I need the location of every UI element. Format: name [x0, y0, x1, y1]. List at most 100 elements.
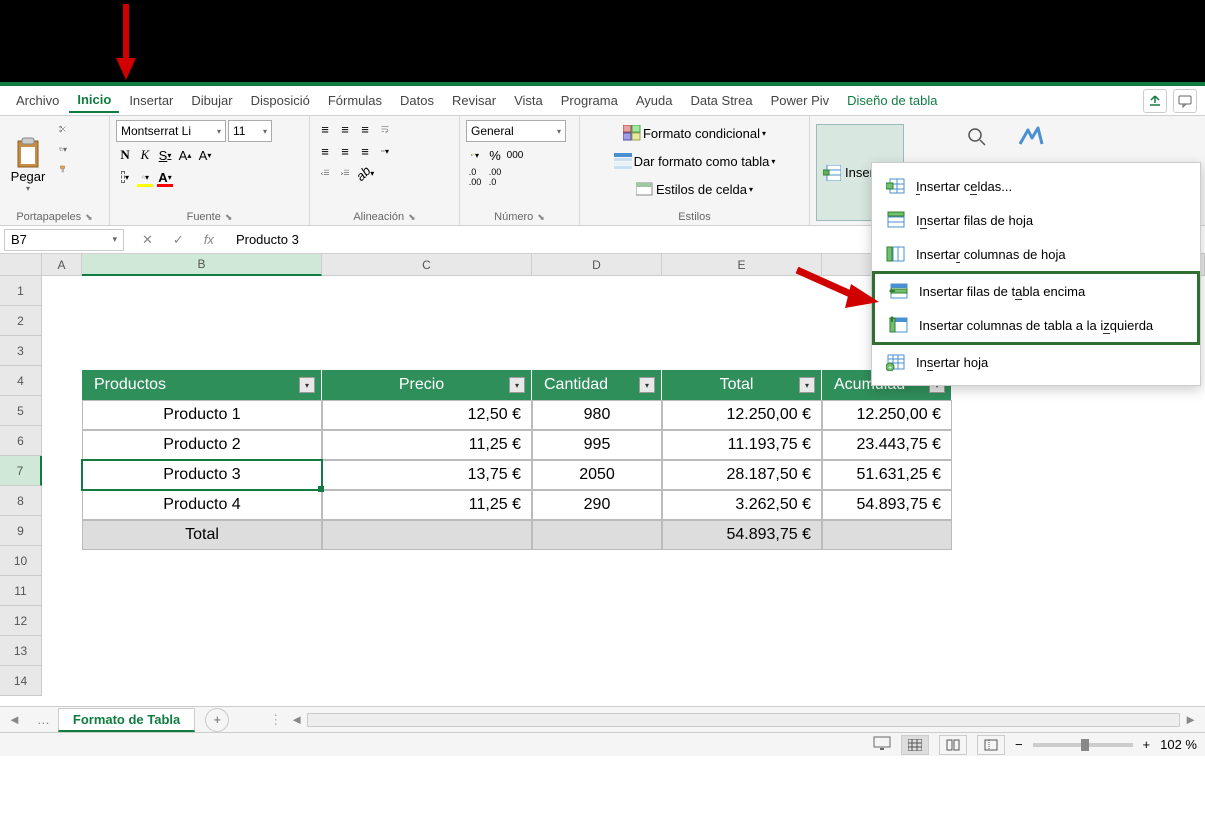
- row-header-2[interactable]: 2: [0, 306, 42, 336]
- add-sheet-button[interactable]: +: [205, 708, 229, 732]
- search-icon[interactable]: [966, 126, 988, 151]
- table-cell[interactable]: 11.193,75 €: [662, 430, 822, 460]
- increase-decimal-button[interactable]: .0.00: [466, 168, 484, 186]
- tab-programa[interactable]: Programa: [553, 89, 626, 112]
- view-page-layout-button[interactable]: [939, 735, 967, 755]
- row-header-6[interactable]: 6: [0, 426, 42, 456]
- row-header-1[interactable]: 1: [0, 276, 42, 306]
- row-header-11[interactable]: 11: [0, 576, 42, 606]
- name-box[interactable]: B7▾: [4, 229, 124, 251]
- table-cell[interactable]: 28.187,50 €: [662, 460, 822, 490]
- col-header-C[interactable]: C: [322, 254, 532, 276]
- table-cell[interactable]: 3.262,50 €: [662, 490, 822, 520]
- percent-button[interactable]: %: [486, 146, 504, 164]
- align-top-button[interactable]: ≡: [316, 120, 334, 138]
- table-cell[interactable]: 23.443,75 €: [822, 430, 952, 460]
- col-header-D[interactable]: D: [532, 254, 662, 276]
- sheet-tab-active[interactable]: Formato de Tabla: [58, 708, 195, 732]
- tab-powerpivot[interactable]: Power Piv: [763, 89, 838, 112]
- tab-diseno-tabla[interactable]: Diseño de tabla: [839, 89, 945, 112]
- table-cell[interactable]: 12.250,00 €: [662, 400, 822, 430]
- col-header-A[interactable]: A: [42, 254, 82, 276]
- align-bottom-button[interactable]: ≡: [356, 120, 374, 138]
- table-cell[interactable]: 54.893,75 €: [822, 490, 952, 520]
- table-header-total[interactable]: Total▾: [662, 370, 822, 400]
- row-header-14[interactable]: 14: [0, 666, 42, 696]
- tab-datos[interactable]: Datos: [392, 89, 442, 112]
- table-cell[interactable]: 995: [532, 430, 662, 460]
- tab-ayuda[interactable]: Ayuda: [628, 89, 681, 112]
- fx-icon[interactable]: fx: [198, 232, 220, 247]
- table-cell[interactable]: 2050: [532, 460, 662, 490]
- currency-button[interactable]: $▾: [466, 146, 484, 164]
- shrink-font-button[interactable]: A▾: [196, 146, 214, 164]
- launcher-icon[interactable]: ⬊: [408, 212, 416, 223]
- conditional-format-button[interactable]: Formato condicional▾: [586, 122, 803, 144]
- tab-formulas[interactable]: Fórmulas: [320, 89, 390, 112]
- zoom-in-button[interactable]: +: [1143, 737, 1151, 752]
- row-header-3[interactable]: 3: [0, 336, 42, 366]
- launcher-icon[interactable]: ⬊: [85, 212, 93, 223]
- table-cell[interactable]: 980: [532, 400, 662, 430]
- display-settings-icon[interactable]: [873, 736, 891, 753]
- row-header-5[interactable]: 5: [0, 396, 42, 426]
- decrease-decimal-button[interactable]: .00.0: [486, 168, 504, 186]
- view-page-break-button[interactable]: [977, 735, 1005, 755]
- table-cell[interactable]: 12,50 €: [322, 400, 532, 430]
- decrease-indent-button[interactable]: [316, 164, 334, 182]
- tab-datastream[interactable]: Data Strea: [682, 89, 760, 112]
- zoom-out-button[interactable]: −: [1015, 737, 1023, 752]
- align-left-button[interactable]: ≡: [316, 142, 334, 160]
- row-header-8[interactable]: 8: [0, 486, 42, 516]
- table-cell[interactable]: 290: [532, 490, 662, 520]
- scroll-left-icon[interactable]: ◄: [290, 712, 303, 727]
- tab-dibujar[interactable]: Dibujar: [183, 89, 240, 112]
- menu-insertar-columnas-hoja[interactable]: Insertar columnas de hoja: [872, 237, 1200, 271]
- row-header-13[interactable]: 13: [0, 636, 42, 666]
- comments-icon[interactable]: [1173, 89, 1197, 113]
- zoom-slider[interactable]: [1033, 743, 1133, 747]
- format-as-table-button[interactable]: Dar formato como tabla▾: [586, 150, 803, 172]
- row-header-7[interactable]: 7: [0, 456, 42, 486]
- row-header-9[interactable]: 9: [0, 516, 42, 546]
- cancel-formula-icon[interactable]: ✕: [136, 232, 159, 248]
- table-cell[interactable]: 13,75 €: [322, 460, 532, 490]
- tab-inicio[interactable]: Inicio: [69, 88, 119, 113]
- addon-icon[interactable]: [1018, 126, 1044, 151]
- view-normal-button[interactable]: [901, 735, 929, 755]
- tab-archivo[interactable]: Archivo: [8, 89, 67, 112]
- increase-indent-button[interactable]: [336, 164, 354, 182]
- table-cell[interactable]: 11,25 €: [322, 430, 532, 460]
- thousands-button[interactable]: 000: [506, 146, 524, 164]
- tab-vista[interactable]: Vista: [506, 89, 551, 112]
- zoom-level[interactable]: 102 %: [1160, 737, 1197, 752]
- share-icon[interactable]: [1143, 89, 1167, 113]
- total-value[interactable]: 54.893,75 €: [662, 520, 822, 550]
- font-size-combo[interactable]: 11▾: [228, 120, 272, 142]
- cut-button[interactable]: [54, 120, 72, 138]
- menu-insertar-columnas-tabla[interactable]: Insertar columnas de tabla a la izquierd…: [875, 308, 1197, 342]
- orientation-button[interactable]: ab▾: [356, 164, 374, 182]
- table-cell[interactable]: Producto 1: [82, 400, 322, 430]
- table-cell[interactable]: 51.631,25 €: [822, 460, 952, 490]
- underline-button[interactable]: S▾: [156, 146, 174, 164]
- paste-button[interactable]: Pegar ▾: [6, 120, 50, 209]
- launcher-icon[interactable]: ⬊: [225, 212, 233, 223]
- tab-insertar[interactable]: Insertar: [121, 89, 181, 112]
- menu-insertar-filas-tabla[interactable]: Insertar filas de tabla encima: [875, 274, 1197, 308]
- borders-button[interactable]: ▾: [116, 168, 134, 186]
- horizontal-scrollbar[interactable]: [307, 713, 1180, 727]
- filter-icon[interactable]: ▾: [639, 377, 655, 393]
- select-all-corner[interactable]: [0, 254, 42, 276]
- row-header-12[interactable]: 12: [0, 606, 42, 636]
- table-header-productos[interactable]: Productos▾: [82, 370, 322, 400]
- number-format-combo[interactable]: General▾: [466, 120, 566, 142]
- menu-insertar-celdas[interactable]: Insertar celdas...: [872, 169, 1200, 203]
- total-label[interactable]: Total: [82, 520, 322, 550]
- accept-formula-icon[interactable]: ✓: [167, 232, 190, 248]
- table-cell[interactable]: Producto 3: [82, 460, 322, 490]
- row-header-4[interactable]: 4: [0, 366, 42, 396]
- launcher-icon[interactable]: ⬊: [537, 212, 545, 223]
- menu-insertar-hoja[interactable]: + Insertar hoja: [872, 345, 1200, 379]
- tab-disposicion[interactable]: Disposició: [243, 89, 318, 112]
